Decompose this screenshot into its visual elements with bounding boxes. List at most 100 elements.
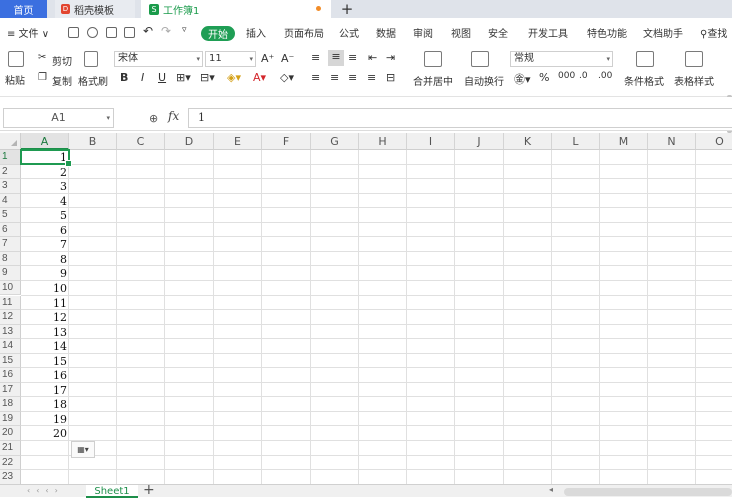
row-header-7[interactable]: 7 (0, 237, 21, 252)
row-header-5[interactable]: 5 (0, 208, 21, 223)
column-header-o[interactable]: O (696, 133, 732, 150)
quick-access-more-icon[interactable]: ▿ (182, 25, 187, 35)
cell-a4[interactable]: 4 (21, 194, 69, 209)
row-header-10[interactable]: 10 (0, 281, 21, 296)
redo-icon[interactable]: ↷ (161, 24, 171, 38)
italic-button[interactable]: I (141, 71, 144, 84)
cell-a2[interactable]: 2 (21, 165, 69, 180)
select-all-corner[interactable] (0, 133, 21, 150)
fill-icon[interactable]: ⊟▾ (200, 71, 215, 84)
conditional-format-button[interactable]: 条件格式 (624, 73, 664, 88)
menu-start[interactable]: 开始 (201, 26, 235, 41)
tab-home[interactable]: 首页 (0, 0, 47, 18)
new-tab-button[interactable]: + (338, 0, 356, 18)
cell-a10[interactable]: 10 (21, 281, 69, 296)
row-header-15[interactable]: 15 (0, 354, 21, 369)
wrap-text-icon[interactable] (471, 51, 489, 67)
align-top-icon[interactable]: ≡ (311, 51, 320, 64)
row-header-17[interactable]: 17 (0, 383, 21, 398)
cut-button[interactable]: 剪切 (52, 53, 72, 68)
row-header-1[interactable]: 1 (0, 150, 21, 165)
tab-docer-templates[interactable]: D稻壳模板 (55, 0, 135, 18)
paste-button[interactable]: 粘贴 (5, 72, 25, 87)
menu-review[interactable]: 审阅 (413, 25, 433, 40)
menu-data[interactable]: 数据 (376, 25, 396, 40)
auto-fill-options-button[interactable]: ▦▾ (71, 441, 95, 458)
format-painter-button[interactable]: 格式刷 (78, 73, 108, 88)
row-header-2[interactable]: 2 (0, 165, 21, 180)
formula-input[interactable]: 1 (188, 108, 732, 128)
cell-a5[interactable]: 5 (21, 208, 69, 223)
row-header-21[interactable]: 21 (0, 441, 21, 456)
bold-button[interactable]: B (120, 71, 128, 84)
align-center-icon[interactable]: ≡ (330, 71, 339, 84)
row-header-8[interactable]: 8 (0, 252, 21, 267)
menu-view[interactable]: 视图 (451, 25, 471, 40)
menu-formulas[interactable]: 公式 (339, 25, 359, 40)
scissors-icon[interactable]: ✂ (38, 52, 46, 63)
cell-a18[interactable]: 18 (21, 397, 69, 412)
align-right-icon[interactable]: ≡ (348, 71, 357, 84)
align-left-icon[interactable]: ≡ (311, 71, 320, 84)
align-middle-icon[interactable]: ≡ (328, 50, 344, 66)
align-bottom-icon[interactable]: ≡ (348, 51, 357, 64)
percent-icon[interactable]: % (539, 71, 549, 84)
copy-button[interactable]: 复制 (52, 73, 72, 88)
insert-function-button[interactable]: fx (168, 109, 179, 123)
borders-icon[interactable]: ⊞▾ (176, 71, 191, 84)
column-header-k[interactable]: K (504, 133, 552, 150)
font-size-select[interactable]: 11▾ (205, 51, 256, 67)
column-header-b[interactable]: B (69, 133, 117, 150)
number-format-select[interactable]: 常规▾ (510, 51, 613, 67)
distributed-icon[interactable]: ⊟ (386, 71, 395, 84)
cell-a8[interactable]: 8 (21, 252, 69, 267)
row-header-12[interactable]: 12 (0, 310, 21, 325)
table-style-icon[interactable] (685, 51, 703, 67)
row-header-14[interactable]: 14 (0, 339, 21, 354)
save-icon[interactable] (68, 27, 79, 38)
row-header-9[interactable]: 9 (0, 266, 21, 281)
indent-decrease-icon[interactable]: ⇤ (368, 51, 377, 64)
row-header-3[interactable]: 3 (0, 179, 21, 194)
column-header-n[interactable]: N (648, 133, 696, 150)
menu-developer[interactable]: 开发工具 (528, 25, 568, 40)
cell-a11[interactable]: 11 (21, 296, 69, 311)
merge-center-icon[interactable] (424, 51, 442, 67)
cell-a16[interactable]: 16 (21, 368, 69, 383)
spreadsheet-grid[interactable]: ABCDEFGHIJKLMNO 123456789101112131415161… (0, 133, 732, 484)
row-header-11[interactable]: 11 (0, 296, 21, 311)
cell-a19[interactable]: 19 (21, 412, 69, 427)
underline-button[interactable]: U (158, 71, 166, 84)
column-header-a[interactable]: A (21, 133, 69, 150)
decrease-font-icon[interactable]: A⁻ (281, 52, 294, 65)
justify-icon[interactable]: ≡ (367, 71, 376, 84)
font-name-select[interactable]: 宋体▾ (114, 51, 203, 67)
cell-a3[interactable]: 3 (21, 179, 69, 194)
cell-a9[interactable]: 9 (21, 266, 69, 281)
cell-a6[interactable]: 6 (21, 223, 69, 238)
row-header-18[interactable]: 18 (0, 397, 21, 412)
undo-icon[interactable]: ↶ (143, 24, 153, 38)
row-header-19[interactable]: 19 (0, 412, 21, 427)
menu-insert[interactable]: 插入 (246, 25, 266, 40)
zoom-search-icon[interactable]: ⊕ (149, 112, 158, 125)
print-preview-icon[interactable] (124, 27, 135, 38)
export-icon[interactable] (87, 27, 98, 38)
row-header-23[interactable]: 23 (0, 470, 21, 484)
cell-a12[interactable]: 12 (21, 310, 69, 325)
row-header-4[interactable]: 4 (0, 194, 21, 209)
cell-a7[interactable]: 7 (21, 237, 69, 252)
column-header-m[interactable]: M (600, 133, 648, 150)
column-header-j[interactable]: J (455, 133, 504, 150)
horizontal-scrollbar[interactable]: ◂ (549, 485, 732, 498)
tab-workbook[interactable]: S工作簿1 (141, 0, 331, 18)
column-header-l[interactable]: L (552, 133, 600, 150)
menu-features[interactable]: 特色功能 (587, 25, 627, 40)
cell-a20[interactable]: 20 (21, 426, 69, 441)
column-header-d[interactable]: D (165, 133, 214, 150)
decrease-decimal-icon[interactable]: .00 (598, 71, 612, 81)
indent-increase-icon[interactable]: ⇥ (386, 51, 395, 64)
row-header-16[interactable]: 16 (0, 368, 21, 383)
row-header-13[interactable]: 13 (0, 325, 21, 340)
table-style-button[interactable]: 表格样式 (674, 73, 714, 88)
